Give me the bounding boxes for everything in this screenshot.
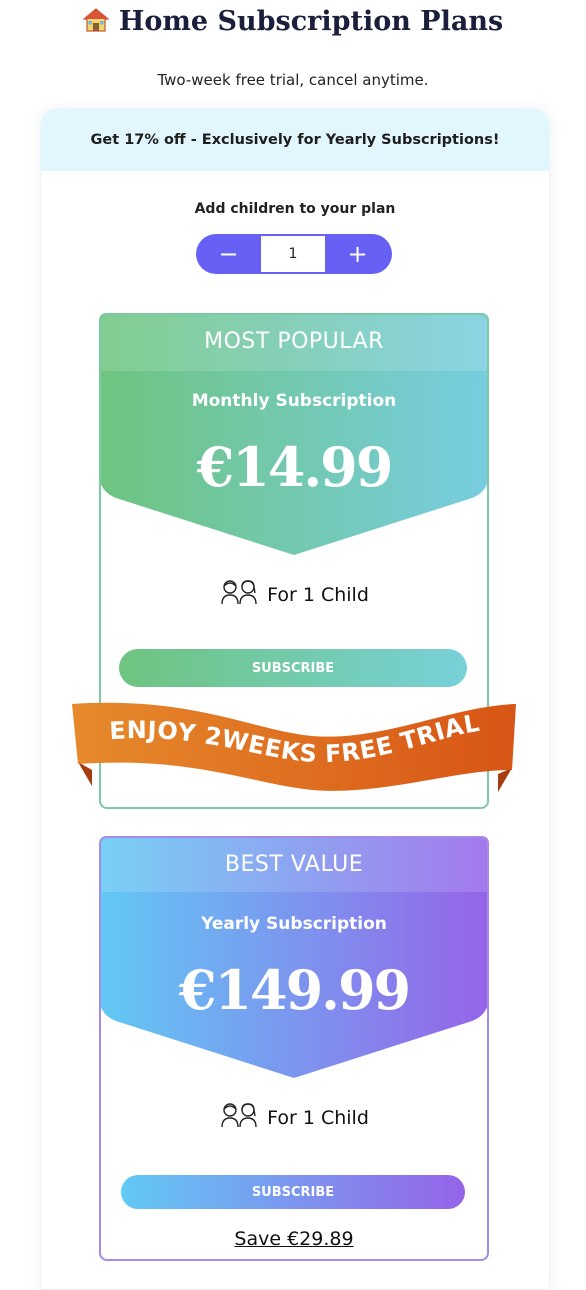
plan-badge: MOST POPULAR <box>204 329 384 354</box>
page-title: Home Subscription Plans <box>0 6 586 40</box>
decrease-children-button[interactable]: − <box>196 234 261 274</box>
subscribe-yearly-button[interactable]: SUBSCRIBE <box>121 1175 465 1209</box>
page-subtitle: Two-week free trial, cancel anytime. <box>157 71 429 89</box>
children-icon <box>219 579 259 610</box>
plans-panel: Get 17% off - Exclusively for Yearly Sub… <box>40 108 550 1290</box>
children-label: Add children to your plan <box>194 201 396 217</box>
plan-price: €14.99 <box>196 435 394 499</box>
plan-children-count: For 1 Child <box>99 579 489 610</box>
plan-children-text: For 1 Child <box>267 1106 369 1129</box>
page-title-text: Home Subscription Plans <box>118 6 504 37</box>
promo-text: Get 17% off - Exclusively for Yearly Sub… <box>90 132 500 148</box>
children-icon <box>219 1102 259 1133</box>
plan-name: Yearly Subscription <box>201 914 387 934</box>
free-trial-ribbon: ENJOY 2WEEKS FREE TRIAL <box>72 702 516 792</box>
house-icon <box>82 7 110 40</box>
children-quantity-input[interactable]: 1 <box>261 236 325 272</box>
plan-badge: BEST VALUE <box>224 852 364 877</box>
promo-banner: Get 17% off - Exclusively for Yearly Sub… <box>41 109 549 171</box>
increase-children-button[interactable]: + <box>325 234 390 274</box>
plan-children-count: For 1 Child <box>99 1102 489 1133</box>
plan-name: Monthly Subscription <box>191 391 397 411</box>
subscribe-monthly-button[interactable]: SUBSCRIBE <box>119 649 467 687</box>
savings-link[interactable]: Save €29.89 <box>99 1228 489 1250</box>
plan-price: €149.99 <box>178 958 411 1022</box>
children-stepper: − 1 + <box>196 234 392 274</box>
plan-card-yearly: BEST VALUE Yearly Subscription €149.99 F… <box>99 836 489 1261</box>
plan-children-text: For 1 Child <box>267 583 369 606</box>
